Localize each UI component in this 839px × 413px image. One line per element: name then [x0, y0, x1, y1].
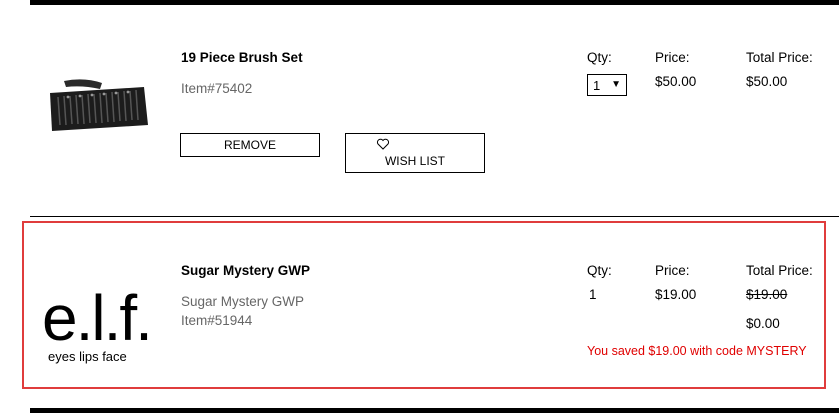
original-total-price: $19.00 [746, 287, 788, 302]
qty-label: Qty: [587, 50, 612, 65]
unit-price: $50.00 [655, 74, 697, 89]
elf-logo-tagline: eyes lips face [48, 349, 127, 364]
quantity-select-value: 1 [593, 77, 601, 93]
wish-list-button[interactable]: WISH LIST [345, 133, 485, 173]
product-subtitle: Sugar Mystery GWP [181, 294, 305, 309]
qty-label: Qty: [587, 263, 612, 278]
price-label: Price: [655, 263, 690, 278]
wish-list-label: WISH LIST [384, 154, 445, 168]
product-name[interactable]: Sugar Mystery GWP [181, 263, 310, 278]
elf-logo-wordmark: e.l.f. [42, 282, 150, 354]
total-price-label: Total Price: [746, 50, 813, 65]
quantity-select[interactable]: 1 ▼ [587, 74, 627, 96]
remove-button-label: REMOVE [223, 138, 276, 152]
remove-button[interactable]: REMOVE [180, 133, 320, 157]
product-name[interactable]: 19 Piece Brush Set [181, 50, 303, 65]
quantity-value: 1 [589, 287, 597, 302]
triangle-down-icon: ▼ [611, 79, 621, 90]
discounted-total-price: $0.00 [746, 316, 780, 331]
unit-price: $19.00 [655, 287, 697, 302]
price-label: Price: [655, 50, 690, 65]
total-price-label: Total Price: [746, 263, 813, 278]
savings-message: You saved $19.00 with code MYSTERY [587, 344, 807, 358]
elf-logo: e.l.f. eyes lips face [42, 282, 150, 364]
brush-set-image [50, 79, 148, 131]
item-number: Item#75402 [181, 81, 253, 96]
total-price: $50.00 [746, 74, 788, 89]
item-divider [30, 216, 839, 217]
bottom-divider-bar [30, 408, 839, 413]
heart-outline-icon [376, 138, 390, 150]
item-number: Item#51944 [181, 313, 253, 328]
